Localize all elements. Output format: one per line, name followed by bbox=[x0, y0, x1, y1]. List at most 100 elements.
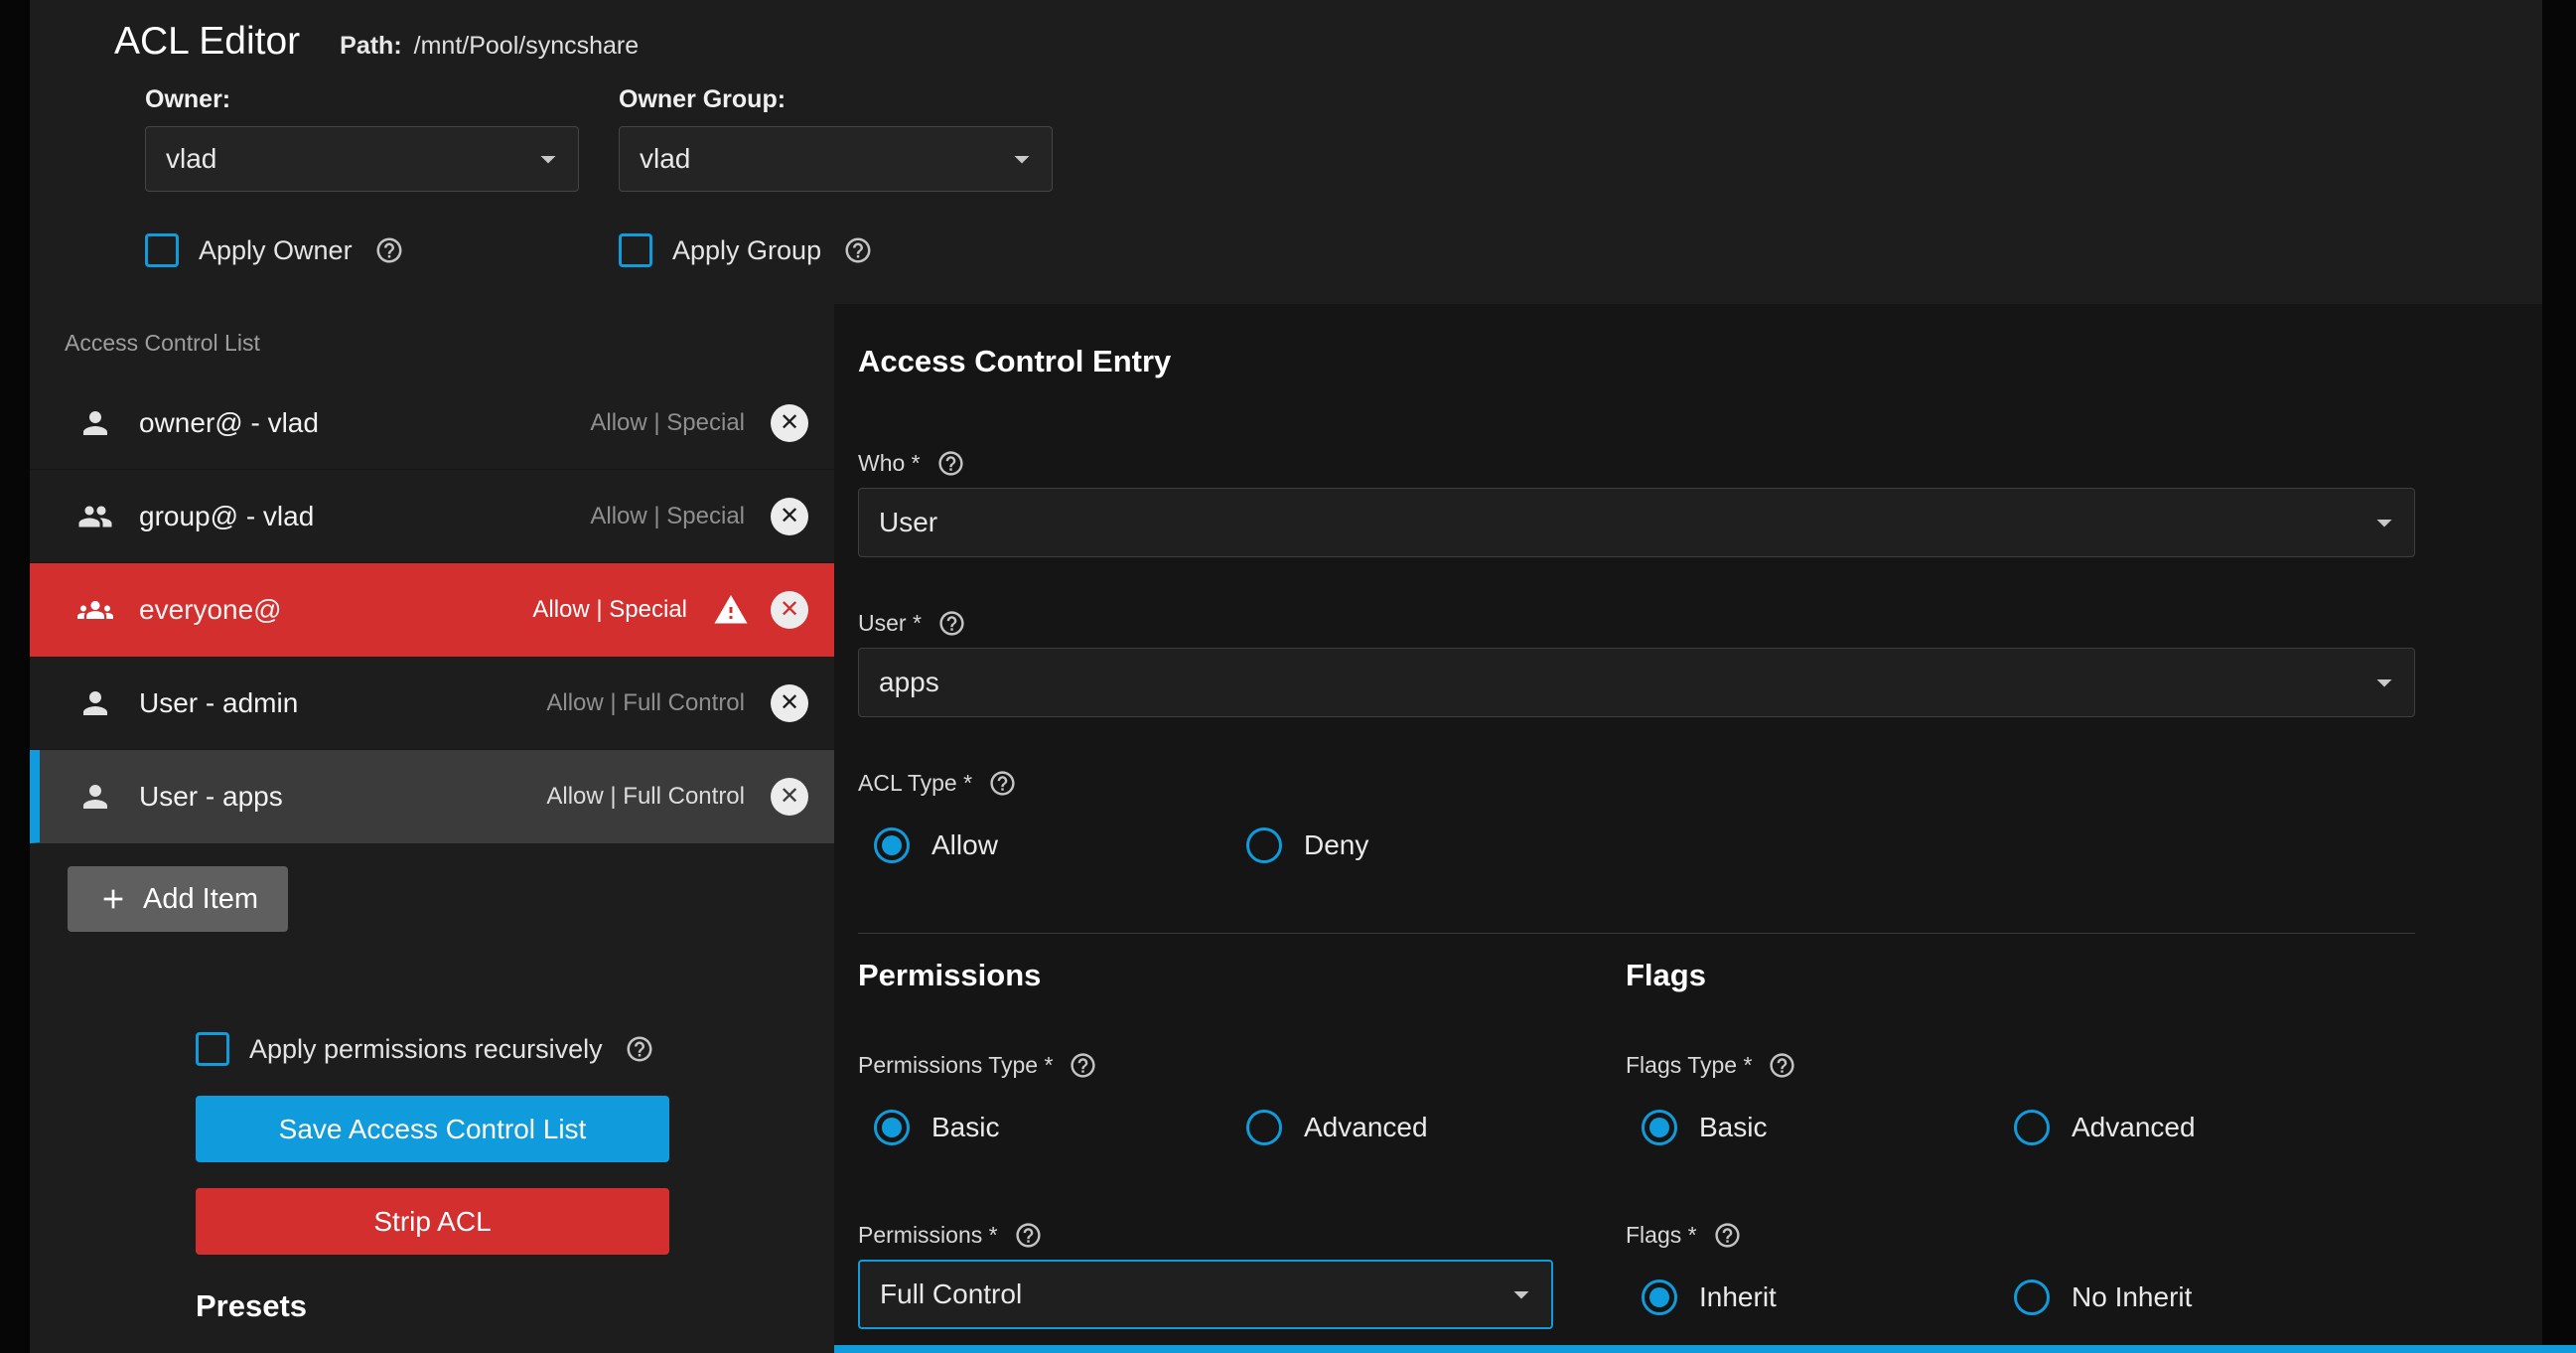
permissions-value-label: Permissions * bbox=[858, 1221, 1626, 1250]
who-select-value: User bbox=[879, 507, 937, 538]
radio-flags-basic[interactable]: Basic bbox=[1642, 1110, 2014, 1145]
user-select-value: apps bbox=[879, 667, 939, 698]
permissions-select[interactable]: Full Control bbox=[858, 1260, 1553, 1329]
radio-flags-advanced[interactable]: Advanced bbox=[2014, 1110, 2386, 1145]
acl-type-label: ACL Type * bbox=[858, 769, 2415, 798]
flags-column: Flags Flags Type * Basic Advanced bbox=[1626, 958, 2415, 1329]
owner-column: Owner: vlad Apply Owner bbox=[145, 85, 579, 267]
flags-section-title: Flags bbox=[1626, 958, 2415, 993]
owner-group-select-value: vlad bbox=[640, 143, 690, 175]
acl-type-radio-group: Allow Deny bbox=[858, 824, 2415, 867]
radio-circle bbox=[2014, 1110, 2050, 1145]
radio-label: Inherit bbox=[1699, 1281, 1777, 1313]
acl-row[interactable]: User - apps Allow | Full Control ✕ bbox=[30, 750, 834, 843]
strip-acl-button[interactable]: Strip ACL bbox=[196, 1188, 669, 1255]
help-icon[interactable] bbox=[625, 1034, 654, 1064]
acl-list-title: Access Control List bbox=[65, 330, 834, 357]
user-label: User * bbox=[858, 609, 2415, 638]
apply-owner-row: Apply Owner bbox=[145, 233, 579, 267]
bottom-accent-strip bbox=[834, 1345, 2576, 1353]
chevron-down-icon bbox=[2366, 505, 2402, 540]
who-label: Who * bbox=[858, 449, 2415, 478]
radio-label: Allow bbox=[931, 829, 998, 861]
acl-row[interactable]: everyone@ Allow | Special ✕ bbox=[30, 563, 834, 657]
acl-row-label: group@ - vlad bbox=[139, 501, 590, 532]
radio-label: Deny bbox=[1304, 829, 1368, 861]
acl-row-label: everyone@ bbox=[139, 594, 532, 626]
who-select[interactable]: User bbox=[858, 488, 2415, 557]
chevron-down-icon bbox=[530, 141, 566, 177]
owner-group-select[interactable]: vlad bbox=[619, 126, 1053, 192]
permissions-type-label: Permissions Type * bbox=[858, 1051, 1626, 1080]
flags-value-label-text: Flags * bbox=[1626, 1222, 1697, 1249]
acl-row-summary: Allow | Special bbox=[590, 503, 745, 530]
acl-row-summary: Allow | Full Control bbox=[546, 689, 745, 717]
flags-value-radio-group: Inherit No Inherit bbox=[1626, 1276, 2415, 1319]
acl-row[interactable]: group@ - vlad Allow | Special ✕ bbox=[30, 470, 834, 563]
help-icon[interactable] bbox=[1768, 1051, 1796, 1080]
acl-actions: Apply permissions recursively Save Acces… bbox=[196, 1032, 669, 1324]
add-item-label: Add Item bbox=[143, 883, 258, 916]
radio-permissions-advanced[interactable]: Advanced bbox=[1246, 1110, 1619, 1145]
acl-row-label: User - apps bbox=[139, 781, 546, 813]
save-acl-button[interactable]: Save Access Control List bbox=[196, 1096, 669, 1162]
radio-allow[interactable]: Allow bbox=[874, 827, 1246, 863]
delete-entry-icon[interactable]: ✕ bbox=[771, 684, 808, 722]
delete-entry-icon[interactable]: ✕ bbox=[771, 591, 808, 629]
acl-row[interactable]: User - admin Allow | Full Control ✕ bbox=[30, 657, 834, 750]
flags-type-label-text: Flags Type * bbox=[1626, 1052, 1752, 1079]
radio-circle bbox=[1246, 1110, 1282, 1145]
acl-row-summary: Allow | Special bbox=[590, 409, 745, 437]
user-select[interactable]: apps bbox=[858, 648, 2415, 717]
radio-circle bbox=[1246, 827, 1282, 863]
owner-group-label: Owner Group: bbox=[619, 85, 1053, 114]
radio-circle bbox=[1642, 1110, 1677, 1145]
owner-select[interactable]: vlad bbox=[145, 126, 579, 192]
radio-circle bbox=[2014, 1279, 2050, 1315]
apply-group-checkbox[interactable] bbox=[619, 233, 652, 267]
permissions-type-label-text: Permissions Type * bbox=[858, 1052, 1053, 1079]
apply-owner-label: Apply Owner bbox=[199, 235, 353, 266]
help-icon[interactable] bbox=[843, 235, 873, 265]
chevron-down-icon bbox=[1503, 1277, 1539, 1312]
flags-value-label: Flags * bbox=[1626, 1221, 2415, 1250]
radio-inherit[interactable]: Inherit bbox=[1642, 1279, 2014, 1315]
chevron-down-icon bbox=[1004, 141, 1040, 177]
help-icon[interactable] bbox=[936, 449, 965, 478]
acl-type-label-text: ACL Type * bbox=[858, 770, 972, 797]
help-icon[interactable] bbox=[374, 235, 404, 265]
add-item-button[interactable]: Add Item bbox=[68, 866, 288, 932]
divider bbox=[858, 933, 2415, 934]
help-icon[interactable] bbox=[1069, 1051, 1097, 1080]
plus-icon bbox=[97, 883, 129, 915]
breadcrumb: Path: /mnt/Pool/syncshare bbox=[340, 32, 639, 61]
radio-label: Advanced bbox=[2072, 1112, 2196, 1143]
radio-no-inherit[interactable]: No Inherit bbox=[2014, 1279, 2386, 1315]
recursive-checkbox[interactable] bbox=[196, 1032, 229, 1066]
person-icon bbox=[77, 685, 113, 721]
warning-icon bbox=[713, 592, 749, 628]
presets-title: Presets bbox=[196, 1288, 669, 1324]
apply-group-row: Apply Group bbox=[619, 233, 1053, 267]
radio-permissions-basic[interactable]: Basic bbox=[874, 1110, 1246, 1145]
radio-label: Basic bbox=[1699, 1112, 1767, 1143]
radio-label: No Inherit bbox=[2072, 1281, 2192, 1313]
acl-row-label: User - admin bbox=[139, 687, 546, 719]
entry-title: Access Control Entry bbox=[858, 344, 2415, 379]
acl-row[interactable]: owner@ - vlad Allow | Special ✕ bbox=[30, 376, 834, 470]
permissions-select-value: Full Control bbox=[880, 1278, 1022, 1310]
acl-editor-page: ACL Editor Path: /mnt/Pool/syncshare Own… bbox=[0, 0, 2576, 1353]
who-label-text: Who * bbox=[858, 450, 921, 477]
delete-entry-icon[interactable]: ✕ bbox=[771, 778, 808, 816]
delete-entry-icon[interactable]: ✕ bbox=[771, 498, 808, 535]
help-icon[interactable] bbox=[1713, 1221, 1742, 1250]
help-icon[interactable] bbox=[988, 769, 1017, 798]
radio-deny[interactable]: Deny bbox=[1246, 827, 1619, 863]
radio-label: Advanced bbox=[1304, 1112, 1428, 1143]
help-icon[interactable] bbox=[937, 609, 966, 638]
help-icon[interactable] bbox=[1014, 1221, 1043, 1250]
owner-row: Owner: vlad Apply Owner Owner Group: vla… bbox=[145, 85, 2542, 267]
delete-entry-icon[interactable]: ✕ bbox=[771, 404, 808, 442]
apply-owner-checkbox[interactable] bbox=[145, 233, 179, 267]
owner-select-value: vlad bbox=[166, 143, 216, 175]
